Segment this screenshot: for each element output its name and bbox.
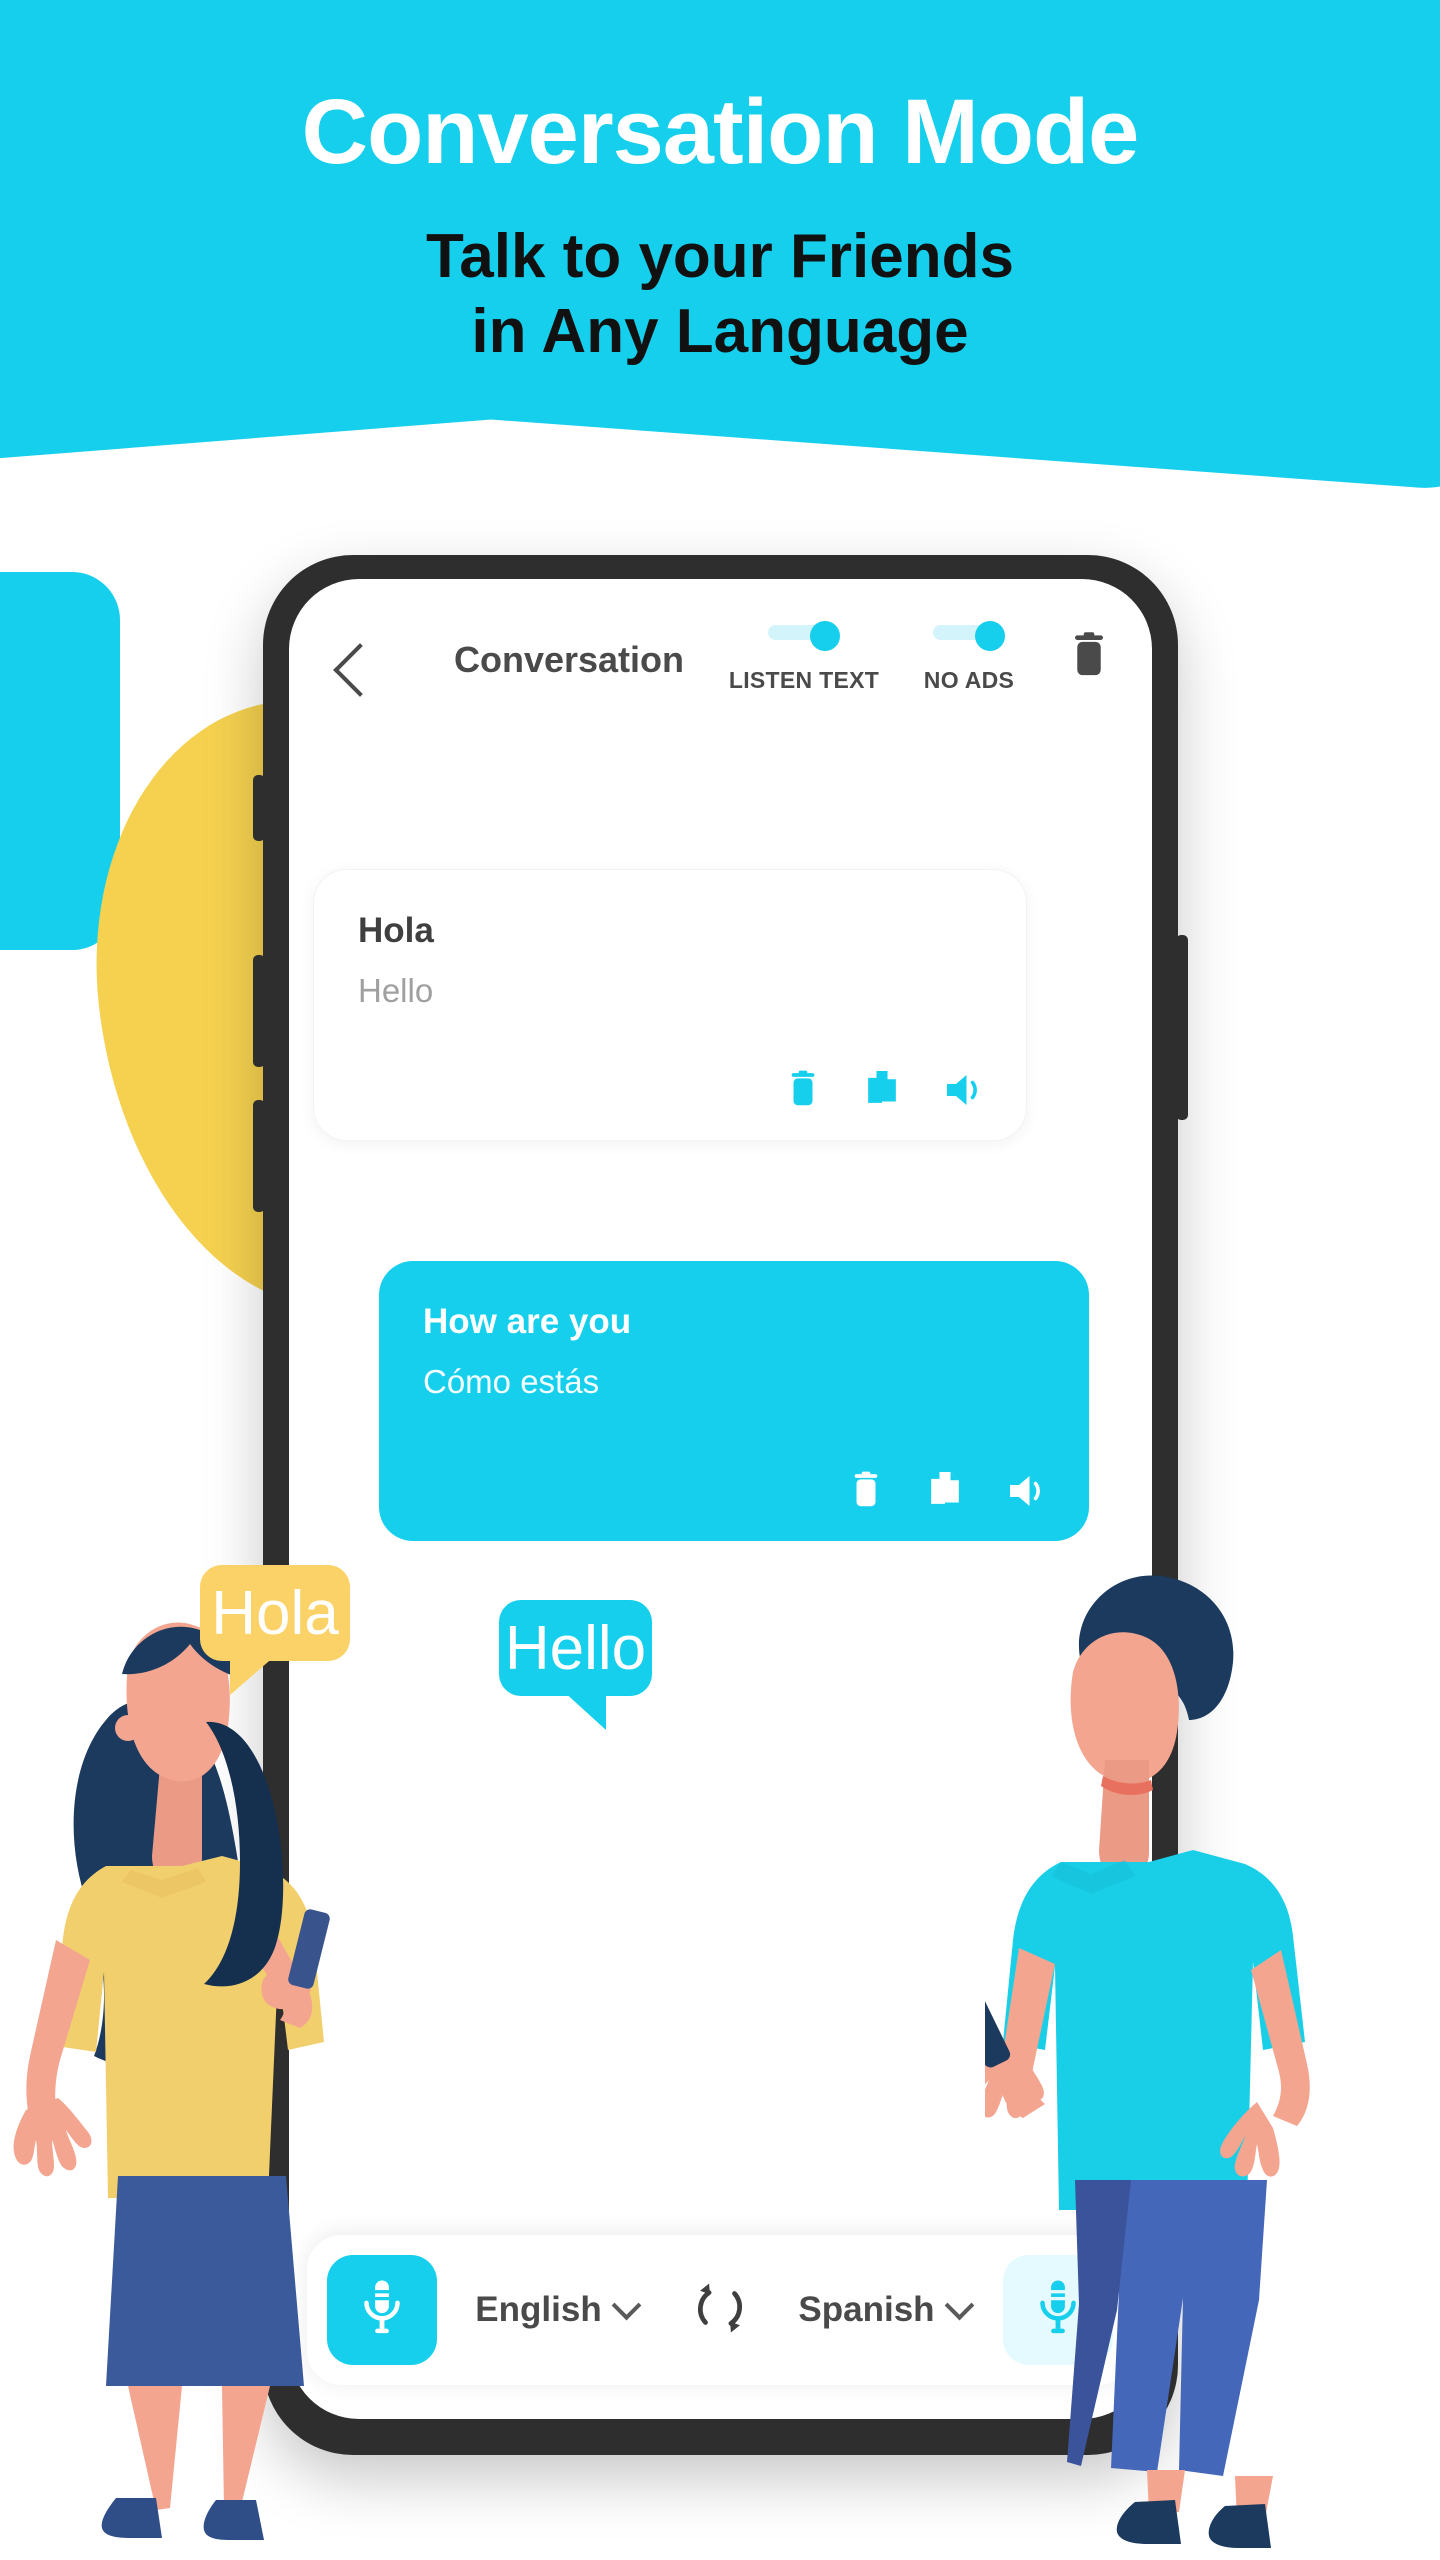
toggle-switch[interactable] — [768, 621, 840, 651]
copy-icon[interactable] — [864, 1069, 900, 1114]
decor-square-left — [0, 572, 120, 950]
toggle-no-ads[interactable]: NO ADS — [874, 621, 1064, 694]
message-text: Hola Hello — [314, 870, 1026, 1009]
speech-bubble-left: Hola — [200, 1565, 350, 1695]
chevron-left-icon[interactable] — [333, 643, 387, 697]
speech-bubble-tail — [230, 1655, 276, 1695]
speech-bubble-left-text: Hola — [211, 1578, 339, 1648]
swap-languages-button[interactable] — [675, 2279, 765, 2342]
toggle-thumb — [810, 621, 840, 651]
promo-subtitle-line2: in Any Language — [471, 297, 969, 367]
chevron-down-icon — [611, 2290, 642, 2320]
trash-icon[interactable] — [849, 1470, 883, 1515]
promo-stage: Conversation Mode Talk to your Friends i… — [0, 0, 1440, 2560]
promo-subtitle: Talk to your Friends in Any Language — [0, 219, 1440, 370]
chevron-down-icon — [944, 2290, 974, 2320]
trash-icon[interactable] — [1068, 631, 1110, 684]
language-selector-source[interactable]: English — [437, 2290, 675, 2330]
toggle-switch[interactable] — [933, 621, 1005, 651]
message-primary-text: How are you — [423, 1302, 632, 1341]
page-title: Conversation — [453, 639, 685, 680]
speech-bubble-right-text: Hello — [504, 1613, 647, 1683]
phone-button-mute — [253, 775, 265, 841]
message-actions — [849, 1470, 1049, 1515]
illustration-woman — [10, 1540, 370, 2560]
promo-title: Conversation Mode — [301, 81, 1140, 183]
speaker-icon[interactable] — [1007, 1472, 1049, 1515]
toggle-label: LISTEN TEXT — [728, 667, 880, 693]
message-actions — [786, 1069, 986, 1114]
message-card[interactable]: Hola Hello — [313, 869, 1027, 1141]
phone-button-volume-down — [253, 1100, 265, 1212]
illustration-man — [951, 1530, 1365, 2560]
message-primary-text: Hola — [358, 911, 434, 950]
message-secondary-text: Cómo estás — [423, 1362, 600, 1400]
promo-subtitle-line1: Talk to your Friends — [426, 221, 1014, 291]
app-header: Conversation LISTEN TEXT NO ADS — [289, 615, 1152, 745]
speaker-icon[interactable] — [944, 1071, 986, 1114]
phone-button-volume-up — [253, 955, 265, 1067]
language-selector-target[interactable]: Spanish — [765, 2290, 1003, 2330]
language-label-target: Spanish — [798, 2290, 935, 2329]
language-label-source: English — [475, 2290, 602, 2329]
phone-button-power — [1176, 935, 1188, 1120]
trash-icon[interactable] — [786, 1069, 820, 1114]
message-text: How are you Cómo estás — [379, 1261, 1089, 1400]
toggle-thumb — [975, 621, 1005, 651]
headline: Conversation Mode Talk to your Friends i… — [0, 0, 1440, 370]
speech-bubble-tail — [562, 1690, 606, 1730]
message-card[interactable]: How are you Cómo estás — [379, 1261, 1089, 1541]
toggle-label: NO ADS — [923, 667, 1015, 693]
swap-languages-icon — [692, 2279, 748, 2342]
speech-bubble-right: Hello — [499, 1600, 652, 1730]
copy-icon[interactable] — [927, 1470, 963, 1515]
message-secondary-text: Hello — [358, 971, 434, 1009]
toggle-listen-text[interactable]: LISTEN TEXT — [709, 621, 899, 694]
